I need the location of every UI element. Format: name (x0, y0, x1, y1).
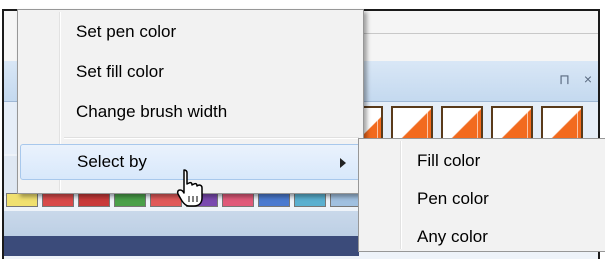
menu-item-change-brush-width[interactable]: Change brush width (20, 94, 361, 130)
menu-separator (64, 137, 359, 139)
divider (359, 33, 598, 34)
menu-item-label: Select by (77, 152, 147, 171)
submenu-item-any-color[interactable]: Any color (361, 219, 605, 255)
pin-icon[interactable]: ⊓ (559, 71, 570, 87)
chevron-right-icon (340, 158, 346, 168)
panel-controls: ⊓ × (549, 71, 592, 88)
menu-item-set-pen-color[interactable]: Set pen color (20, 14, 361, 50)
mini-swatch[interactable] (258, 193, 290, 207)
submenu-item-fill-color[interactable]: Fill color (361, 143, 605, 179)
status-area-dark (4, 236, 359, 256)
hand-cursor-icon (176, 169, 203, 207)
mini-swatch[interactable] (114, 193, 146, 207)
mini-swatch[interactable] (42, 193, 74, 207)
mini-swatch[interactable] (294, 193, 326, 207)
mini-swatch[interactable] (78, 193, 110, 207)
close-icon[interactable]: × (584, 71, 592, 87)
submenu: Fill color Pen color Any color (358, 138, 605, 252)
mini-swatch[interactable] (222, 193, 254, 207)
submenu-item-pen-color[interactable]: Pen color (361, 181, 605, 217)
mini-swatch[interactable] (6, 193, 38, 207)
context-menu: Set pen color Set fill color Change brus… (17, 9, 364, 194)
menu-item-set-fill-color[interactable]: Set fill color (20, 54, 361, 90)
